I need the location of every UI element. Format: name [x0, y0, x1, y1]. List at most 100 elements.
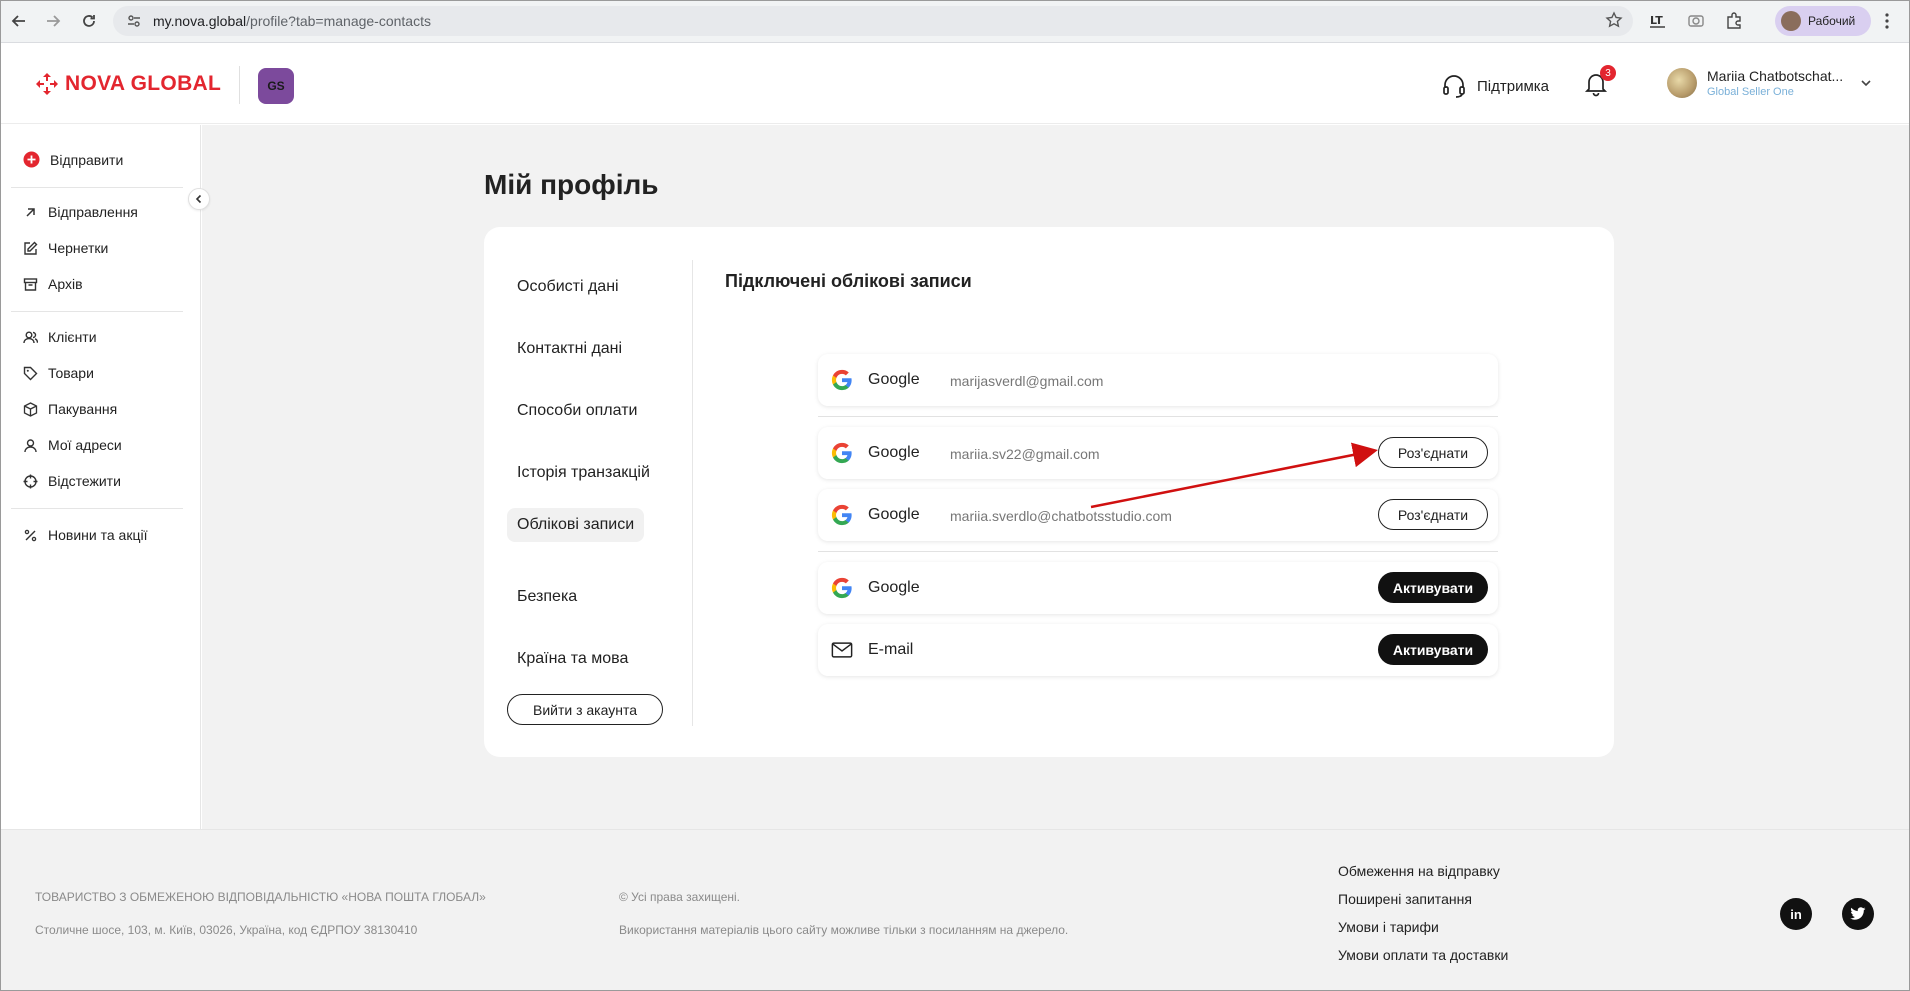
google-icon: [831, 369, 852, 391]
sidebar-item-label: Відправлення: [48, 204, 138, 220]
gs-badge[interactable]: GS: [258, 68, 294, 104]
account-row: E-mail Активувати: [818, 624, 1498, 676]
account-provider: Google: [868, 371, 920, 388]
sidebar-item-clients[interactable]: Клієнти: [23, 329, 97, 345]
sidebar-item-label: Чернетки: [48, 240, 109, 256]
bookmark-star-icon[interactable]: [1605, 11, 1623, 34]
address-bar[interactable]: my.nova.global/profile?tab=manage-contac…: [113, 6, 1633, 36]
account-row: Google Активувати: [818, 562, 1498, 614]
chevron-down-icon: [1861, 80, 1871, 87]
section-title: Підключені облікові записи: [725, 271, 972, 291]
sidebar-item-addresses[interactable]: Мої адреси: [23, 437, 122, 453]
sidebar-item-archive[interactable]: Архів: [23, 276, 83, 292]
nova-global-logo[interactable]: NOVA GLOBAL: [35, 72, 221, 96]
account-email: mariia.sv22@gmail.com: [950, 446, 1100, 462]
google-icon: [831, 504, 852, 526]
account-provider: Google: [868, 444, 920, 461]
window: my.nova.global/profile?tab=manage-contac…: [0, 0, 1910, 991]
footer-link-shipping-limits[interactable]: Обмеження на відправку: [1338, 863, 1500, 879]
support-link[interactable]: Підтримка: [1441, 73, 1549, 99]
user-location-icon: [24, 438, 37, 452]
sidebar-divider: [11, 508, 183, 509]
browser-menu-icon[interactable]: [1885, 12, 1889, 35]
user-name: Mariia Chatbotschat...: [1707, 68, 1844, 84]
sidebar-item-drafts[interactable]: Чернетки: [23, 240, 108, 256]
logout-button[interactable]: Вийти з акаунта: [507, 694, 663, 725]
notifications-button[interactable]: 3: [1584, 65, 1616, 97]
tab-payment-methods[interactable]: Способи оплати: [507, 394, 647, 428]
app-header: NOVA GLOBAL GS Підтримка 3 Mariia Chatbo…: [1, 44, 1909, 124]
linkedin-icon[interactable]: in: [1780, 898, 1812, 930]
users-icon: [23, 331, 38, 343]
reload-icon[interactable]: [77, 9, 101, 33]
footer-rights: © Усі права захищені.: [619, 890, 741, 904]
twitter-bird-icon: [1850, 907, 1866, 920]
tab-country-language[interactable]: Країна та мова: [507, 642, 638, 676]
footer-link-payment-delivery[interactable]: Умови оплати та доставки: [1338, 947, 1508, 963]
sidebar-item-label: Новини та акції: [48, 527, 148, 543]
archive-box-icon: [23, 277, 38, 291]
sidebar-item-label: Мої адреси: [48, 437, 122, 453]
rows-divider: [818, 551, 1498, 552]
account-row: Google mariia.sv22@gmail.com Роз'єднати: [818, 427, 1498, 479]
tab-accounts[interactable]: Облікові записи: [507, 508, 645, 542]
package-icon: [23, 401, 38, 417]
account-email: marijasverdl@gmail.com: [950, 373, 1104, 389]
sidebar-item-news[interactable]: Новини та акції: [23, 527, 147, 543]
tab-transaction-history[interactable]: Історія транзакцій: [507, 456, 660, 490]
arrow-up-right-icon: [26, 207, 35, 217]
percent-icon: [24, 529, 37, 541]
logo-divider: [239, 66, 240, 104]
activate-email-button[interactable]: Активувати: [1378, 634, 1488, 665]
plus-circle-icon: [23, 151, 40, 168]
rows-divider: [818, 416, 1498, 417]
activate-google-button[interactable]: Активувати: [1378, 572, 1488, 603]
sidebar-item-goods[interactable]: Товари: [23, 365, 94, 381]
sidebar-item-label: Архів: [48, 276, 83, 292]
google-icon: [831, 442, 852, 464]
sidebar-item-label: Відправити: [50, 151, 124, 168]
sidebar-item-label: Клієнти: [48, 329, 97, 345]
account-row: Google marijasverdl@gmail.com: [818, 354, 1498, 406]
user-menu[interactable]: Mariia Chatbotschat... Global Seller One: [1667, 68, 1873, 98]
google-icon: [831, 577, 852, 599]
sidebar-item-shipments[interactable]: Відправлення: [23, 204, 138, 220]
forward-icon[interactable]: [41, 9, 65, 33]
footer-link-terms[interactable]: Умови і тарифи: [1338, 919, 1439, 935]
site-settings-icon[interactable]: [125, 12, 143, 30]
disconnect-button[interactable]: Роз'єднати: [1378, 499, 1488, 530]
logo-text: NOVA GLOBAL: [65, 72, 222, 95]
profile-avatar: [1781, 11, 1801, 31]
translate-extension-icon[interactable]: LT: [1649, 11, 1667, 34]
camera-icon[interactable]: [1687, 11, 1705, 34]
sidebar-collapse-button[interactable]: [188, 188, 210, 210]
user-avatar: [1667, 68, 1697, 98]
sidebar-item-track[interactable]: Відстежити: [23, 473, 121, 489]
sidebar-item-label: Товари: [48, 365, 94, 381]
back-icon[interactable]: [7, 9, 31, 33]
tab-contact-data[interactable]: Контактні дані: [507, 332, 632, 366]
footer-link-faq[interactable]: Поширені запитання: [1338, 891, 1472, 907]
sidebar-divider: [11, 311, 183, 312]
mail-icon: [831, 642, 853, 658]
disconnect-button[interactable]: Роз'єднати: [1378, 437, 1488, 468]
support-label: Підтримка: [1477, 77, 1550, 95]
sidebar-item-label: Пакування: [48, 401, 118, 417]
svg-text:LT: LT: [1650, 14, 1663, 27]
sidebar-item-packaging[interactable]: Пакування: [23, 401, 117, 417]
tab-personal-data[interactable]: Особисті дані: [507, 270, 629, 304]
sidebar-item-label: Відстежити: [48, 473, 121, 489]
browser-toolbar: my.nova.global/profile?tab=manage-contac…: [1, 1, 1909, 43]
footer-usage: Використання матеріалів цього сайту можл…: [619, 923, 1069, 937]
browser-profile-button[interactable]: Рабочий: [1775, 6, 1871, 36]
tab-security[interactable]: Безпека: [507, 580, 587, 614]
footer-address: Столичне шосе, 103, м. Київ, 03026, Укра…: [35, 923, 418, 937]
twitter-icon[interactable]: [1842, 898, 1874, 930]
url-text: my.nova.global/profile?tab=manage-contac…: [153, 13, 431, 29]
footer: [1, 829, 1909, 990]
extensions-puzzle-icon[interactable]: [1725, 11, 1743, 34]
sidebar-item-send[interactable]: Відправити: [23, 151, 123, 168]
account-row: Google mariia.sverdlo@chatbotsstudio.com…: [818, 489, 1498, 541]
edit-icon: [24, 241, 38, 255]
notification-count-badge: 3: [1600, 65, 1616, 81]
